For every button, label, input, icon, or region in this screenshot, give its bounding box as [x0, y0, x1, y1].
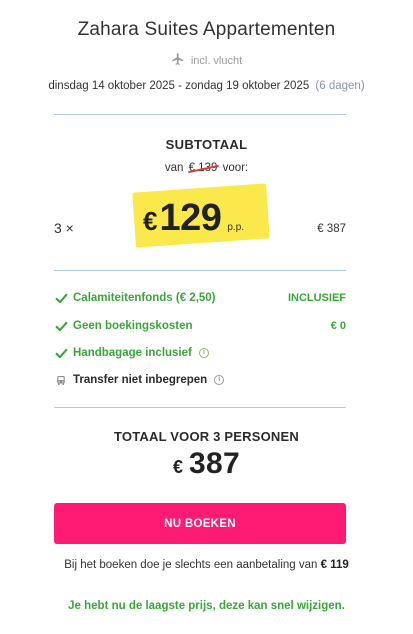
- divider: [54, 407, 346, 408]
- divider: [54, 114, 346, 115]
- line-total: € 387: [317, 223, 346, 235]
- date-range: dinsdag 14 oktober 2025 - zondag 19 okto…: [48, 80, 310, 92]
- total-label: TOTAAL VOOR 3 PERSONEN: [114, 429, 299, 444]
- was-prefix: van: [164, 162, 184, 174]
- trip-duration: (6 dagen): [315, 80, 365, 92]
- feature-label: Transfer niet inbegrepen: [73, 374, 208, 386]
- bus-icon: [54, 373, 68, 387]
- deposit-text: Bij het boeken doe je slechts een aanbet…: [64, 559, 318, 571]
- flight-included: incl. vlucht: [0, 52, 413, 69]
- lowest-price-notice: Je hebt nu de laagste prijs, deze kan sn…: [68, 600, 345, 612]
- total-currency: €: [173, 457, 184, 477]
- total-price: € 387: [0, 447, 413, 481]
- hotel-title: Zahara Suites Appartementen: [77, 19, 336, 40]
- feature-calamiteitenfonds: Calamiteitenfonds (€ 2,50) INCLUSIEF: [54, 289, 346, 307]
- was-price-line: van € 139 voor:: [0, 162, 413, 174]
- quantity: 3 ×: [54, 220, 74, 236]
- feature-transfer: Transfer niet inbegrepen i: [54, 371, 346, 389]
- feature-handbagage: Handbagage inclusief i: [54, 344, 346, 362]
- check-icon: [54, 319, 68, 333]
- feature-label: Handbagage inclusief: [73, 347, 192, 359]
- info-icon[interactable]: i: [214, 375, 225, 385]
- divider: [54, 270, 346, 271]
- feature-value: € 0: [330, 320, 346, 332]
- price-currency: €: [143, 206, 158, 236]
- old-price: € 139: [188, 162, 218, 174]
- airplane-icon: [171, 52, 185, 69]
- check-icon: [54, 291, 68, 305]
- travel-dates: dinsdag 14 oktober 2025 - zondag 19 okto…: [0, 80, 413, 92]
- book-now-button[interactable]: NU BOEKEN: [54, 503, 346, 544]
- was-suffix: voor:: [222, 162, 249, 174]
- price-amount: 129: [159, 197, 222, 239]
- price-per-person: € 129 p.p.: [143, 197, 244, 240]
- deposit-info: Bij het boeken doe je slechts een aanbet…: [0, 559, 413, 571]
- info-icon[interactable]: i: [198, 348, 209, 358]
- total-amount: 387: [189, 447, 240, 480]
- feature-value: INCLUSIEF: [287, 292, 346, 304]
- deposit-amount: € 119: [320, 559, 349, 571]
- feature-boekingskosten: Geen boekingskosten € 0: [54, 317, 346, 335]
- subtotal-label: SUBTOTAAL: [165, 137, 248, 152]
- feature-label: Calamiteitenfonds (€ 2,50): [73, 292, 216, 304]
- per-person-label: p.p.: [227, 222, 245, 233]
- flight-text: incl. vlucht: [190, 54, 243, 67]
- check-icon: [54, 346, 68, 360]
- feature-label: Geen boekingskosten: [73, 320, 193, 332]
